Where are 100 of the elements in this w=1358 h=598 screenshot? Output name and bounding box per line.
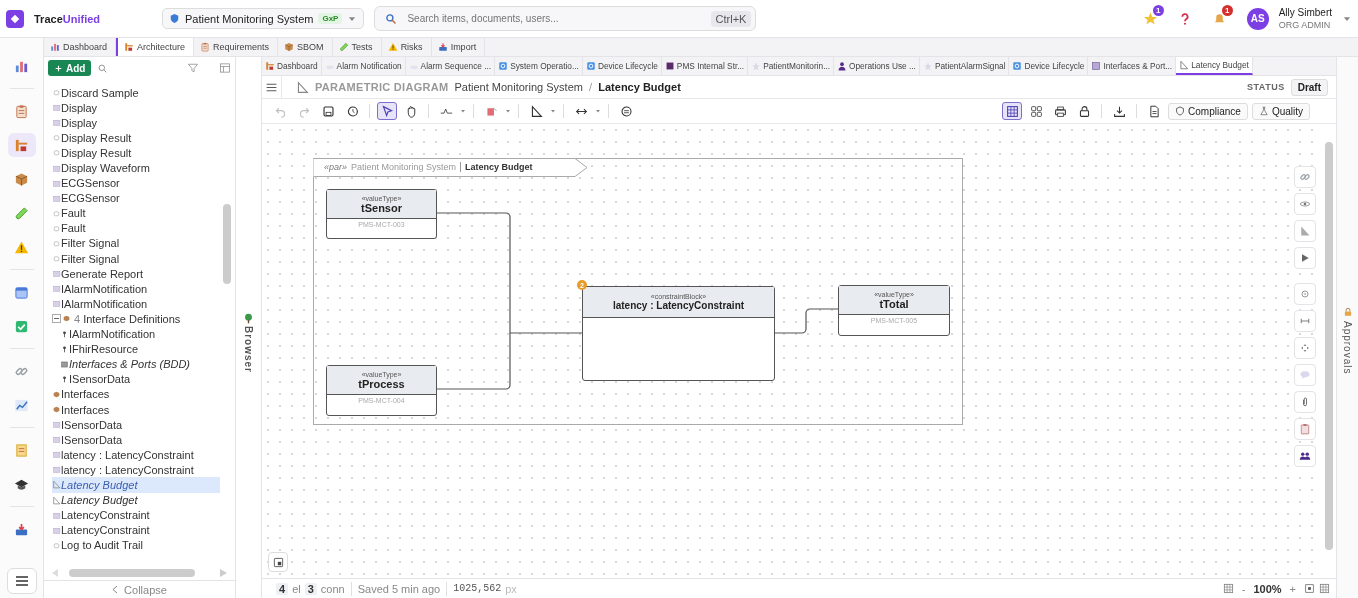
tree-item[interactable]: ISensorData: [52, 432, 220, 448]
package-icon: [284, 42, 295, 52]
architecture-nav-button[interactable]: [7, 133, 36, 157]
document-tab[interactable]: Device Lifecycle: [1009, 57, 1089, 75]
status-button[interactable]: Draft: [1290, 78, 1328, 96]
collapse-toggle-icon[interactable]: [52, 314, 61, 324]
target-tool-button[interactable]: [1294, 283, 1316, 305]
tree-item[interactable]: IAlarmNotification: [52, 296, 220, 312]
favorites-button[interactable]: 1: [1142, 5, 1164, 26]
caret-icon[interactable]: [505, 108, 511, 114]
tree-item[interactable]: IAlarmNotification: [60, 326, 228, 342]
width-tool-button[interactable]: [1294, 310, 1316, 332]
browser-panel-tab[interactable]: Browser: [243, 326, 254, 373]
tree-item[interactable]: Fault: [52, 220, 220, 236]
grid-icon[interactable]: [1222, 583, 1234, 594]
tree-item[interactable]: Display: [52, 115, 220, 131]
search-input[interactable]: Search items, documents, users...: [405, 12, 703, 25]
tree-item[interactable]: IFhirResource: [60, 341, 228, 357]
play-tool-button[interactable]: [1294, 247, 1316, 269]
tree-item[interactable]: LatencyConstraint: [52, 507, 220, 523]
collapse-button[interactable]: Collapse: [44, 580, 235, 598]
search-field[interactable]: Search items, documents, users... Ctrl+K: [374, 6, 757, 31]
tree-item[interactable]: Display: [52, 100, 220, 116]
tree-item[interactable]: Generate Report: [52, 266, 220, 282]
caret-icon[interactable]: [460, 108, 466, 114]
link-tool-button[interactable]: [1294, 166, 1316, 188]
caret-icon[interactable]: [550, 108, 556, 114]
tree-item[interactable]: ECGSensor: [52, 175, 220, 191]
document-tab[interactable]: Operations Use ...: [834, 57, 920, 75]
tree-item[interactable]: Interfaces & Ports (BDD): [60, 356, 228, 372]
set-square-tool-button[interactable]: [1294, 220, 1316, 242]
scrollbar[interactable]: [223, 204, 231, 284]
fit-icon[interactable]: [1304, 583, 1315, 594]
document-tab[interactable]: Alarm Sequence ...: [405, 57, 496, 75]
grid-icon[interactable]: [1319, 583, 1330, 594]
notifications-button[interactable]: 1: [1211, 5, 1233, 26]
tree-item[interactable]: Filter Signal: [52, 235, 220, 252]
scrollbar[interactable]: [1325, 142, 1333, 550]
tree-item[interactable]: IAlarmNotification: [52, 281, 220, 297]
document-tab[interactable]: PatientMonitorin...: [748, 57, 835, 75]
approvals-panel-tab[interactable]: Approvals: [1342, 321, 1353, 375]
add-button[interactable]: Add: [48, 60, 92, 76]
tree-item[interactable]: Display Result: [52, 145, 220, 161]
document-tab[interactable]: PatientAlarmSignal: [919, 57, 1010, 75]
zoom-in-button[interactable]: +: [1289, 582, 1296, 595]
tree-item[interactable]: ECGSensor: [52, 190, 220, 206]
document-tab[interactable]: PMS Internal Str...: [661, 57, 749, 75]
module-tab[interactable]: Tests: [332, 38, 382, 56]
tree-item[interactable]: Display Waveform: [52, 160, 220, 176]
zoom-out-button[interactable]: -: [1241, 582, 1246, 595]
tree-item[interactable]: Latency Budget: [52, 492, 220, 508]
scrollbar[interactable]: [69, 569, 195, 577]
tree-item[interactable]: LatencyConstraint: [52, 522, 220, 538]
document-tab[interactable]: System Operatio...: [495, 57, 583, 75]
document-tab[interactable]: Latency Budget: [1176, 57, 1253, 75]
clipboard-icon: [14, 103, 29, 119]
frame-title: Latency Budget: [465, 162, 533, 172]
tree-item[interactable]: Latency Budget: [52, 477, 220, 493]
tree-item[interactable]: Interfaces: [52, 386, 220, 402]
user-avatar[interactable]: AS: [1246, 7, 1269, 30]
tree-item[interactable]: ISensorData: [52, 417, 220, 433]
tree-item[interactable]: Filter Signal: [52, 251, 220, 267]
document-tab[interactable]: Alarm Notification: [321, 57, 406, 75]
tree-item[interactable]: 4 Interface Definitions: [52, 311, 220, 327]
clipboard-tool-button[interactable]: [1294, 418, 1316, 440]
tree-item[interactable]: Interfaces: [52, 401, 220, 418]
document-tab[interactable]: Dashboard: [262, 57, 322, 75]
eye-tool-button[interactable]: [1294, 193, 1316, 215]
module-tab[interactable]: SBOM: [278, 38, 333, 56]
paperclip-tool-button[interactable]: [1294, 391, 1316, 413]
breadcrumb-link[interactable]: Patient Monitoring System: [454, 81, 583, 93]
tree-item[interactable]: latency : LatencyConstraint: [52, 447, 220, 463]
tree-item[interactable]: Discard Sample: [52, 85, 220, 101]
search-icon[interactable]: [97, 62, 109, 74]
tree-item[interactable]: ISensorData: [60, 371, 228, 387]
document-tab[interactable]: Device Lifecycle: [582, 57, 662, 75]
tree-item[interactable]: Display Result: [52, 130, 220, 146]
tree-item[interactable]: Fault: [52, 205, 220, 221]
layout-icon[interactable]: [219, 62, 231, 74]
person-icon: [837, 61, 848, 71]
compliance-button[interactable]: Compliance: [1168, 102, 1248, 120]
quality-button[interactable]: Quality: [1251, 102, 1310, 120]
module-tab[interactable]: Risks: [381, 38, 432, 56]
module-tab[interactable]: Requirements: [194, 38, 279, 56]
eye-icon: [1299, 198, 1311, 210]
filter-icon[interactable]: [187, 62, 199, 74]
connector-count: 3: [304, 582, 317, 595]
caret-icon[interactable]: [595, 108, 601, 114]
project-selector[interactable]: Patient Monitoring System GxP: [162, 8, 365, 29]
people-tool-button[interactable]: [1294, 445, 1316, 467]
minimap-button[interactable]: [268, 552, 288, 572]
app-logo: [6, 9, 24, 28]
module-tab[interactable]: Import: [431, 38, 486, 56]
menu-button[interactable]: [6, 568, 37, 594]
module-tab[interactable]: Architecture: [116, 38, 195, 56]
tree-item[interactable]: latency : LatencyConstraint: [52, 462, 220, 478]
block-icon: [52, 117, 61, 129]
pointer-button[interactable]: [377, 102, 397, 120]
grid-view-button[interactable]: [1002, 102, 1023, 120]
tree-item[interactable]: Log to Audit Trail: [52, 537, 220, 553]
